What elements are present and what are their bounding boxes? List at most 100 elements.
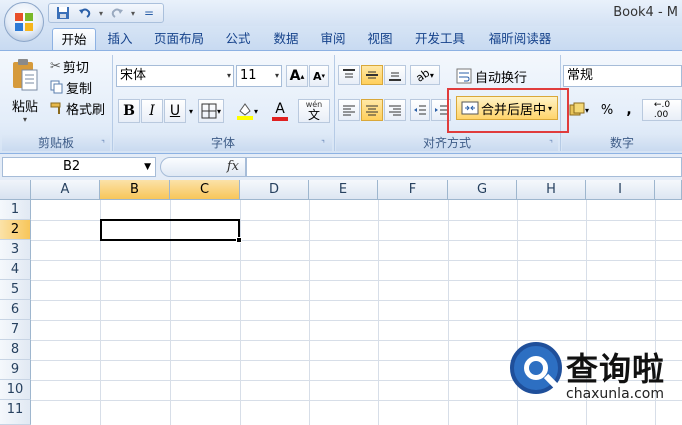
- window-title: Book4 - M: [613, 5, 678, 20]
- column-header[interactable]: G: [448, 180, 517, 200]
- undo-dropdown-icon[interactable]: ▾: [97, 5, 105, 21]
- name-box-dropdown-icon[interactable]: ▼: [144, 158, 151, 176]
- paste-button[interactable]: 粘贴 ▾: [4, 55, 46, 127]
- font-name-combo[interactable]: 宋体 ▾: [116, 65, 234, 87]
- watermark-logo: 查询啦 chaxunla.com: [510, 340, 682, 425]
- italic-button[interactable]: I: [141, 99, 163, 123]
- format-painter-icon: [50, 102, 61, 114]
- row-header[interactable]: 2: [0, 220, 31, 240]
- clipboard-launcher-icon[interactable]: ⌝: [98, 139, 108, 149]
- save-icon[interactable]: [53, 5, 73, 21]
- paste-icon: [13, 59, 38, 91]
- decrease-indent-icon[interactable]: [410, 99, 430, 121]
- ribbon: 粘贴 ▾ ✂ 剪切 复制 格式刷 剪贴板 ⌝ 宋体 ▾ 11 ▾ A ▴ A ▾ B…: [0, 50, 682, 154]
- row-header[interactable]: 10: [0, 380, 31, 400]
- grid-line: [31, 260, 682, 261]
- row-header[interactable]: 6: [0, 300, 31, 320]
- fill-handle[interactable]: [236, 237, 242, 243]
- shrink-font-icon[interactable]: A ▾: [309, 65, 329, 87]
- column-header[interactable]: [655, 180, 682, 200]
- grow-font-icon[interactable]: A ▴: [286, 65, 308, 87]
- customize-qat-button[interactable]: =: [139, 5, 159, 21]
- align-bottom-icon[interactable]: [384, 65, 406, 85]
- column-header[interactable]: D: [240, 180, 309, 200]
- row-header[interactable]: 11: [0, 400, 31, 425]
- format-painter-button[interactable]: 格式刷: [50, 99, 112, 118]
- tab-foxit-reader[interactable]: 福昕阅读器: [480, 28, 560, 50]
- undo-icon[interactable]: [75, 5, 95, 21]
- watermark-url: chaxunla.com: [566, 386, 664, 402]
- row-header[interactable]: 3: [0, 240, 31, 260]
- row-header[interactable]: 9: [0, 360, 31, 380]
- borders-button[interactable]: ▾: [198, 99, 224, 123]
- tab-review[interactable]: 审阅: [312, 28, 354, 50]
- cell-selection[interactable]: [100, 219, 240, 241]
- increase-decimal-icon[interactable]: ←.0.00: [642, 99, 682, 121]
- column-header[interactable]: E: [309, 180, 378, 200]
- row-header[interactable]: 1: [0, 200, 31, 220]
- percent-style-button[interactable]: %: [596, 99, 618, 121]
- align-right-icon[interactable]: [384, 99, 406, 121]
- row-header[interactable]: 7: [0, 320, 31, 340]
- font-color-button[interactable]: A: [265, 99, 295, 123]
- align-middle-icon[interactable]: [361, 65, 383, 85]
- align-center-icon[interactable]: [361, 99, 383, 121]
- magnifier-icon: [510, 342, 562, 394]
- group-separator: [112, 55, 113, 151]
- font-name-dropdown-icon[interactable]: ▾: [227, 66, 231, 86]
- column-header[interactable]: B: [100, 180, 170, 200]
- column-header[interactable]: A: [31, 180, 100, 200]
- formula-input[interactable]: [246, 157, 682, 177]
- grid-line: [31, 300, 682, 301]
- comma-style-button[interactable]: ,: [620, 99, 638, 121]
- grid-line: [309, 200, 310, 425]
- underline-dropdown-icon[interactable]: ▾: [186, 99, 196, 123]
- tab-developer[interactable]: 开发工具: [406, 28, 474, 50]
- column-header[interactable]: I: [586, 180, 655, 200]
- grid-line: [448, 200, 449, 425]
- bold-button[interactable]: B: [118, 99, 140, 123]
- alignment-launcher-icon[interactable]: ⌝: [546, 139, 556, 149]
- row-header[interactable]: 8: [0, 340, 31, 360]
- font-launcher-icon[interactable]: ⌝: [318, 139, 328, 149]
- font-size-dropdown-icon[interactable]: ▾: [275, 66, 279, 86]
- tab-formulas[interactable]: 公式: [218, 28, 258, 50]
- insert-function-icon[interactable]: fx: [227, 159, 239, 174]
- tab-view[interactable]: 视图: [360, 28, 400, 50]
- number-format-value: 常规: [567, 68, 594, 83]
- redo-dropdown-icon[interactable]: ▾: [129, 5, 137, 21]
- column-header[interactable]: H: [517, 180, 586, 200]
- number-format-combo[interactable]: 常规: [563, 65, 682, 87]
- underline-button[interactable]: U: [164, 99, 186, 123]
- cut-button[interactable]: ✂ 剪切: [50, 57, 110, 76]
- tab-home[interactable]: 开始: [52, 28, 96, 50]
- wrap-text-label: 自动换行: [475, 70, 528, 86]
- copy-button[interactable]: 复制: [50, 78, 110, 97]
- borders-icon: [201, 103, 217, 119]
- tab-data[interactable]: 数据: [264, 28, 308, 50]
- column-header[interactable]: C: [170, 180, 240, 200]
- quick-access-toolbar: ▾ ▾ =: [48, 3, 164, 23]
- group-separator: [334, 55, 335, 151]
- column-header[interactable]: F: [378, 180, 448, 200]
- font-name-value: 宋体: [120, 68, 147, 83]
- row-header[interactable]: 4: [0, 260, 31, 280]
- orientation-icon[interactable]: ab ▾: [410, 65, 440, 85]
- align-left-icon[interactable]: [338, 99, 360, 121]
- accounting-icon: [569, 102, 585, 116]
- fill-color-button[interactable]: ▾: [230, 99, 264, 123]
- align-top-icon[interactable]: [338, 65, 360, 85]
- wrap-text-button[interactable]: 自动换行: [456, 65, 536, 87]
- tab-insert[interactable]: 插入: [100, 28, 140, 50]
- fill-color-dropdown-icon: ▾: [253, 106, 258, 116]
- phonetic-guide-button[interactable]: wén 文: [298, 99, 330, 123]
- name-box[interactable]: B2 ▼: [2, 157, 156, 177]
- font-group-label: 字体: [114, 135, 332, 151]
- office-button[interactable]: [4, 2, 44, 42]
- select-all-corner[interactable]: [0, 180, 31, 200]
- wrap-text-icon: [456, 68, 472, 84]
- row-header[interactable]: 5: [0, 280, 31, 300]
- redo-icon[interactable]: [107, 5, 127, 21]
- font-size-combo[interactable]: 11 ▾: [236, 65, 282, 87]
- tab-page-layout[interactable]: 页面布局: [146, 28, 212, 50]
